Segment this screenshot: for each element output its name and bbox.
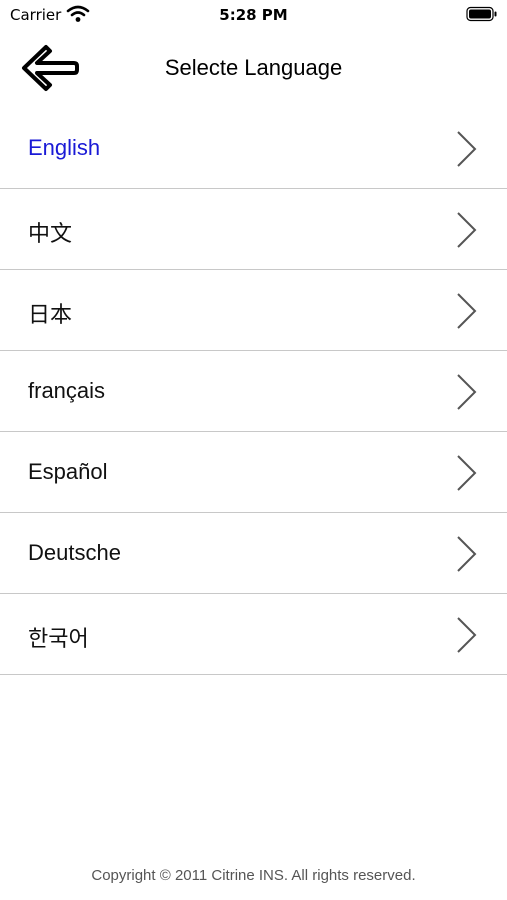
chevron-right-icon bbox=[454, 291, 480, 331]
language-selection-screen: Carrier 5:28 PM Selecte Language English… bbox=[0, 0, 507, 900]
language-label: Deutsche bbox=[28, 540, 121, 565]
page-title: Selecte Language bbox=[164, 55, 343, 80]
chevron-right-icon bbox=[454, 453, 480, 493]
language-list: English 中文 日本 français Español Deutsche … bbox=[0, 108, 507, 675]
language-label: 한국어 bbox=[28, 626, 89, 651]
language-row-chinese[interactable]: 中文 bbox=[0, 189, 507, 270]
chevron-right-icon bbox=[454, 534, 480, 574]
language-row-german[interactable]: Deutsche bbox=[0, 513, 507, 594]
chevron-right-icon bbox=[454, 210, 480, 250]
language-row-korean[interactable]: 한국어 bbox=[0, 594, 507, 675]
language-row-french[interactable]: français bbox=[0, 351, 507, 432]
language-label: 日本 bbox=[28, 302, 73, 327]
language-label: français bbox=[28, 378, 106, 403]
chevron-right-icon bbox=[454, 615, 480, 655]
status-bar: Carrier 5:28 PM bbox=[0, 0, 507, 30]
language-label: Español bbox=[28, 459, 108, 484]
language-row-english[interactable]: English bbox=[0, 108, 507, 189]
language-row-japanese[interactable]: 日本 bbox=[0, 270, 507, 351]
chevron-right-icon bbox=[454, 129, 480, 169]
language-row-spanish[interactable]: Español bbox=[0, 432, 507, 513]
language-label: English bbox=[28, 135, 101, 160]
language-label: 中文 bbox=[28, 221, 73, 246]
status-time: 5:28 PM bbox=[219, 6, 288, 24]
copyright-footer: Copyright © 2011 Citrine INS. All rights… bbox=[91, 867, 416, 884]
chevron-right-icon bbox=[454, 372, 480, 412]
battery-icon bbox=[466, 6, 498, 22]
navigation-bar: Selecte Language bbox=[0, 30, 507, 108]
